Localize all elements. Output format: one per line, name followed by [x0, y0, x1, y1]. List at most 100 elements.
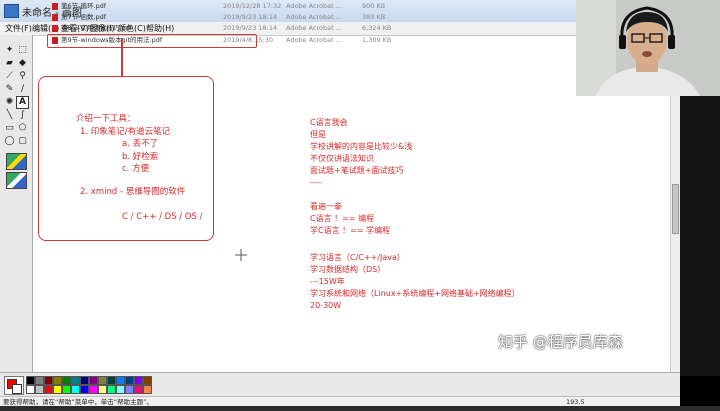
note-sub-c: c. 方便 [122, 164, 150, 174]
palette-swatch[interactable] [62, 376, 71, 385]
palette-swatch[interactable] [26, 376, 35, 385]
color-selection-box [4, 376, 24, 395]
presenter-video-icon [576, 0, 720, 96]
file-size: 900 KB [362, 2, 386, 10]
right-note-line: ---15W年 [310, 277, 345, 286]
right-note-line: 学习系统和网络（Linux+系统编程+网络基础+网络编程） [310, 289, 520, 298]
toolbox: ✦ ⬚ ▰ ◆ ⟋ ⚲ ✎ ∕ ✺ A ╲ ∫ ▭ ⬠ ◯ ▢ [0, 35, 33, 375]
palette-swatch[interactable] [35, 385, 44, 394]
secondary-color-swatch[interactable] [12, 384, 22, 394]
color-palette [0, 372, 680, 397]
right-note-line: C语言我会 [310, 118, 348, 127]
menu-file[interactable]: 文件(F) [5, 22, 32, 35]
right-note-line: 但是 [310, 130, 326, 139]
file-date: 2019/9/23 18:14 [223, 24, 278, 32]
palette-swatch[interactable] [35, 376, 44, 385]
curve-tool-icon[interactable]: ∫ [17, 110, 28, 121]
palette-swatch[interactable] [116, 376, 125, 385]
palette-swatch[interactable] [134, 385, 143, 394]
zhihu-watermark: 知乎 @程序员库森 [498, 333, 623, 351]
palette-swatch[interactable] [143, 385, 152, 394]
right-note-line: 不仅仅讲语法知识 [310, 154, 374, 163]
airbrush-icon[interactable]: ✺ [4, 97, 15, 108]
file-highlight-box [47, 34, 257, 48]
palette-swatch[interactable] [53, 376, 62, 385]
file-type: Adobe Acrobat ... [286, 24, 342, 32]
right-note-line: 面试题+笔试题+面试技巧 [310, 166, 404, 175]
file-type: Adobe Acrobat ... [286, 36, 342, 44]
color-picker-icon[interactable]: ⟋ [4, 71, 15, 82]
scrollbar-thumb[interactable] [672, 184, 679, 234]
pencil-icon[interactable]: ✎ [4, 84, 15, 95]
palette-swatch[interactable] [26, 385, 35, 394]
palette-swatch[interactable] [71, 376, 80, 385]
palette-swatch[interactable] [71, 385, 80, 394]
palette-swatch[interactable] [107, 376, 116, 385]
palette-swatch[interactable] [143, 376, 152, 385]
note-sub-b: b. 好检索 [122, 152, 159, 162]
palette-swatch[interactable] [125, 376, 134, 385]
file-row: 第8节-实用调试技巧.pdf 2019/9/23 18:14 Adobe Acr… [52, 23, 392, 34]
file-type: Adobe Acrobat ... [286, 2, 342, 10]
file-name: 第6节-循环.pdf [61, 2, 107, 10]
note-sub-a: a. 丢不了 [122, 139, 159, 149]
note-heading: 介绍一下工具： [76, 114, 136, 124]
right-note-line: 学校讲解的内容是比较少&浅 [310, 142, 413, 151]
file-name: 第8节-实用调试技巧.pdf [61, 24, 133, 32]
palette-swatch[interactable] [44, 376, 53, 385]
right-note-line: C语言 ！== 编程 [310, 214, 375, 223]
pdf-icon [52, 25, 58, 32]
file-date: 2019/12/28 17:32 [223, 2, 282, 10]
palette-swatch[interactable] [89, 385, 98, 394]
note-item-1: 1. 印象笔记/有道云笔记 [80, 127, 171, 137]
text-tool-icon[interactable]: A [16, 96, 29, 109]
palette-swatch[interactable] [107, 385, 116, 394]
file-size: 383 KB [362, 13, 386, 21]
webcam-overlay [576, 0, 720, 96]
file-size: 6,324 KB [362, 24, 392, 32]
file-row: 第6节-循环.pdf 2019/12/28 17:32 Adobe Acroba… [52, 1, 392, 12]
palette-swatch[interactable] [125, 385, 134, 394]
rect-select-icon[interactable]: ⬚ [17, 45, 28, 56]
note-connector-line [121, 38, 123, 77]
line-tool-icon[interactable]: ╲ [4, 110, 15, 121]
right-note-line: 20-30W [310, 301, 342, 310]
rectangle-tool-icon[interactable]: ▭ [4, 123, 15, 134]
brush-icon[interactable]: ∕ [17, 84, 28, 95]
file-date: 2019/9/23 18:14 [223, 13, 278, 21]
palette-swatch[interactable] [62, 385, 71, 394]
ellipse-tool-icon[interactable]: ◯ [4, 136, 15, 147]
eraser-icon[interactable]: ▰ [4, 58, 15, 69]
file-name: 第7节-函数.pdf [61, 13, 107, 21]
palette-swatch[interactable] [80, 385, 89, 394]
palette-swatch[interactable] [44, 385, 53, 394]
right-note-line: 学习数据结构（DS） [310, 265, 386, 274]
transparent-option-icon[interactable] [6, 172, 27, 189]
file-row: 第7节-函数.pdf 2019/9/23 18:14 Adobe Acrobat… [52, 12, 392, 23]
polygon-tool-icon[interactable]: ⬠ [17, 123, 28, 134]
right-note-line: 学C语言 ！== 学编程 [310, 226, 391, 235]
opaque-option-icon[interactable] [6, 153, 27, 170]
free-select-icon[interactable]: ✦ [4, 45, 15, 56]
palette-swatch[interactable] [134, 376, 143, 385]
rounded-rect-tool-icon[interactable]: ▢ [17, 136, 28, 147]
right-note-line: 看遍一拳 [310, 202, 342, 211]
palette-swatch[interactable] [98, 376, 107, 385]
palette-swatch[interactable] [53, 385, 62, 394]
palette-swatch[interactable] [116, 385, 125, 394]
pdf-icon [52, 14, 58, 21]
taskbar [0, 406, 720, 411]
paint-app-icon [4, 4, 19, 18]
fill-bucket-icon[interactable]: ◆ [17, 58, 28, 69]
note-item-2: 2. xmind - 思维导图的软件 [80, 187, 186, 197]
note-topics: C / C++ / DS / OS / [122, 212, 203, 222]
file-type: Adobe Acrobat ... [286, 13, 342, 21]
magnifier-icon[interactable]: ⚲ [17, 71, 28, 82]
palette-swatch[interactable] [89, 376, 98, 385]
right-note-line: 学习语言（C/C++/Java） [310, 253, 405, 262]
palette-swatch[interactable] [98, 385, 107, 394]
palette-swatch[interactable] [80, 376, 89, 385]
right-note-line: ---- [310, 178, 322, 187]
crosshair-cursor-icon [235, 249, 247, 261]
pdf-icon [52, 3, 58, 10]
